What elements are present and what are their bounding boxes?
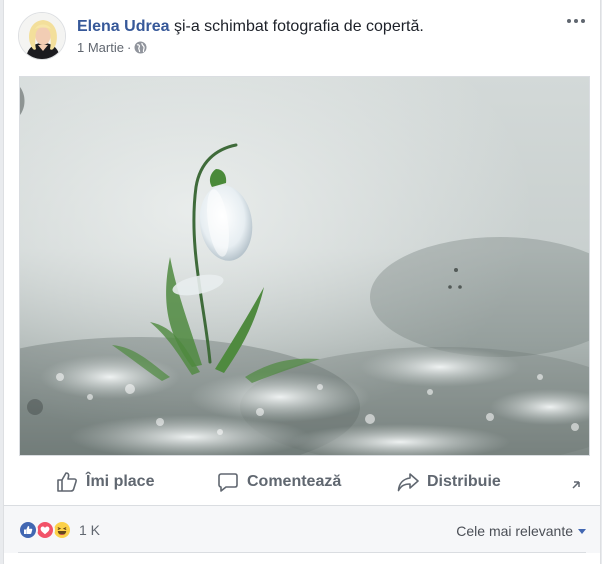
reactions-footer: 1 K Cele mai relevante [4, 505, 600, 553]
cover-photo[interactable] [19, 76, 590, 456]
share-options-chevron-icon[interactable] [571, 477, 581, 489]
post-card: Elena Udrea şi-a schimbat fotografia de … [3, 0, 601, 564]
comment-sort-dropdown[interactable]: Cele mai relevante [456, 523, 586, 539]
like-button[interactable]: Îmi place [56, 468, 154, 496]
thumbs-up-outline-icon [57, 472, 77, 492]
post-actions-bar: Îmi place Comentează Distribuie [4, 464, 602, 500]
love-reaction-icon [35, 520, 55, 540]
haha-reaction-icon [52, 520, 72, 540]
footer-divider [18, 552, 586, 553]
avatar-portrait [19, 13, 65, 59]
reactions-count: 1 K [79, 522, 101, 538]
comment-button[interactable]: Comentează [217, 468, 341, 496]
sort-label: Cele mai relevante [456, 523, 573, 539]
author-avatar[interactable] [18, 12, 66, 60]
more-dots-icon[interactable] [562, 12, 590, 36]
like-label: Îmi place [86, 473, 155, 490]
post-date-link[interactable]: 1 Martie [77, 40, 124, 55]
post-title: Elena Udrea şi-a schimbat fotografia de … [77, 17, 424, 37]
share-arrow-icon [397, 473, 419, 492]
meta-separator: · [126, 40, 132, 55]
author-name-link[interactable]: Elena Udrea [77, 18, 169, 35]
comment-bubble-icon [218, 473, 238, 492]
post-header: Elena Udrea şi-a schimbat fotografia de … [18, 12, 586, 62]
snowdrop-flower-photo [20, 77, 589, 455]
share-label: Distribuie [427, 473, 501, 490]
post-meta: 1 Martie · [77, 40, 147, 56]
post-action-text: şi-a schimbat fotografia de copertă. [173, 18, 424, 35]
caret-down-icon [578, 529, 586, 534]
globe-icon [134, 41, 147, 54]
share-button[interactable]: Distribuie [397, 468, 501, 496]
like-reaction-icon [18, 520, 38, 540]
comment-label: Comentează [247, 473, 342, 490]
reactions-summary[interactable]: 1 K [18, 519, 100, 541]
